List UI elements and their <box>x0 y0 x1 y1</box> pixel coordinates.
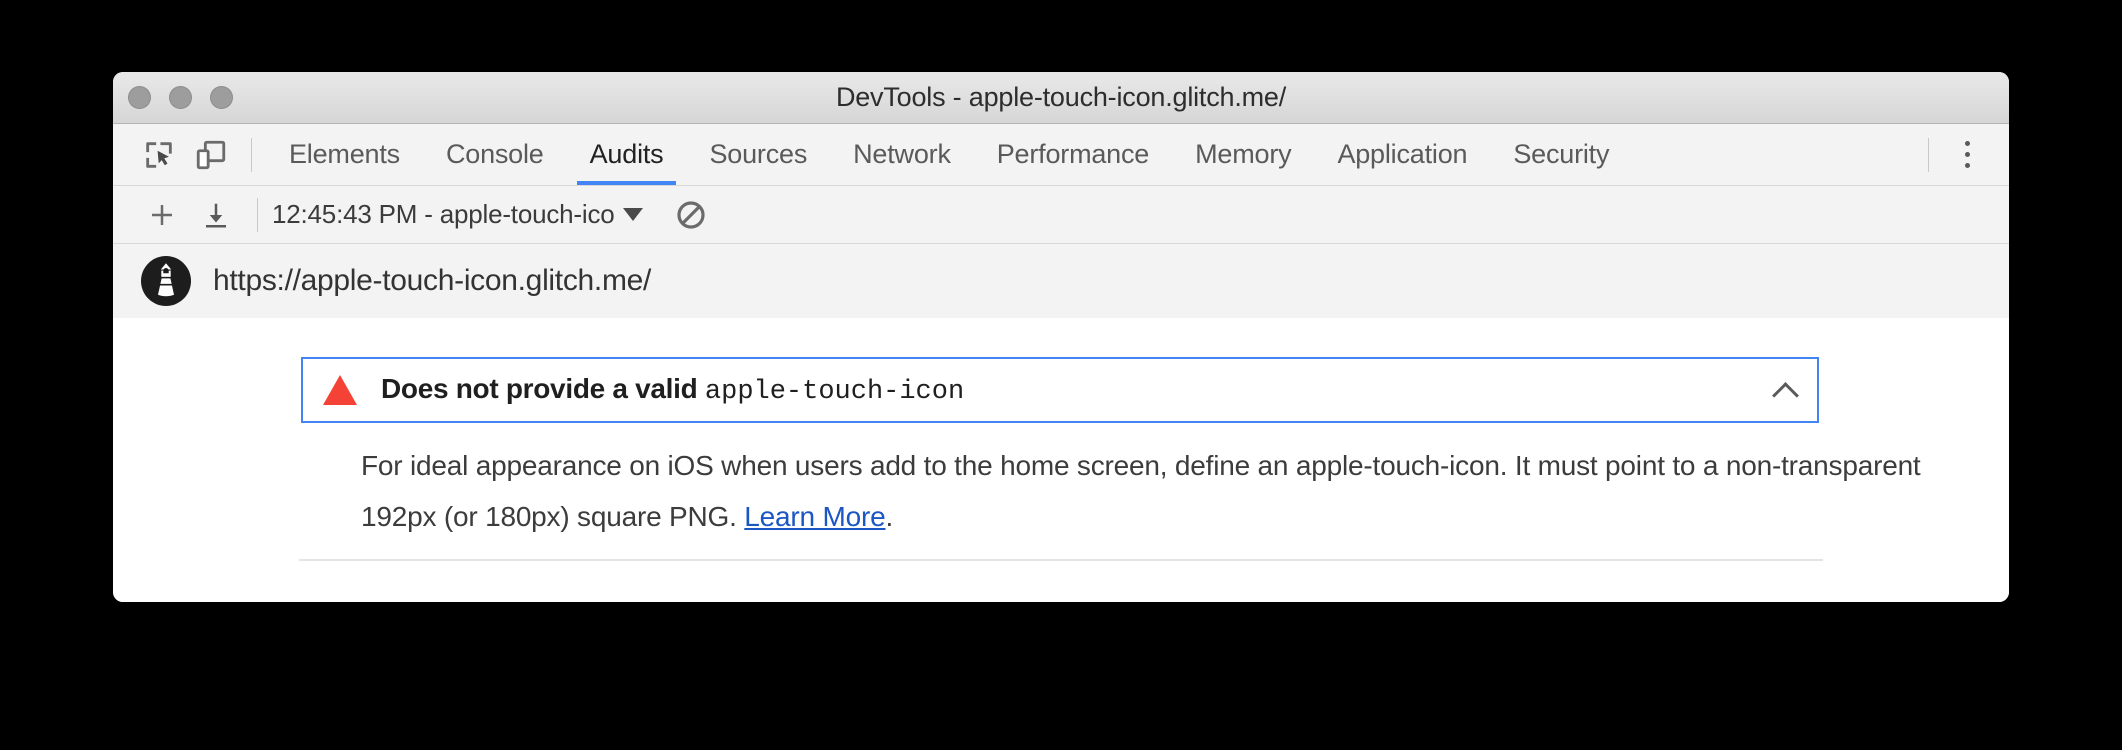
download-icon[interactable] <box>189 192 243 238</box>
screenshot-backdrop: DevTools - apple-touch-icon.glitch.me/ E… <box>0 0 2122 750</box>
close-button[interactable] <box>128 86 151 109</box>
kebab-menu-icon[interactable] <box>1943 129 1991 181</box>
audit-title-code: apple-touch-icon <box>704 377 965 407</box>
chevron-down-icon <box>622 208 643 221</box>
window-title: DevTools - apple-touch-icon.glitch.me/ <box>835 82 1287 112</box>
tab-security[interactable]: Security <box>1490 124 1632 185</box>
tab-label: Network <box>853 139 951 169</box>
scrolled-out-text <box>295 318 1827 326</box>
audits-toolbar-divider <box>257 197 258 232</box>
tab-sources[interactable]: Sources <box>686 124 830 185</box>
audit-description-period: . <box>885 501 894 532</box>
lighthouse-logo-icon <box>141 256 191 306</box>
tab-label: Security <box>1513 139 1610 169</box>
panel-tabs: Elements Console Audits Sources Network … <box>266 124 1632 185</box>
report-selector-value: 12:45:43 PM - apple-touch-ico <box>272 199 615 229</box>
audit-description-text: For ideal appearance on iOS when users a… <box>361 450 1921 532</box>
devtools-tabbar: Elements Console Audits Sources Network … <box>113 124 2009 186</box>
tabbar-right-divider <box>1928 137 1929 172</box>
report-url-bar: https://apple-touch-icon.glitch.me/ <box>113 244 2009 318</box>
toolbar-divider <box>251 137 252 172</box>
tab-label: Application <box>1337 139 1468 169</box>
window-controls <box>128 86 233 109</box>
tab-elements[interactable]: Elements <box>266 124 423 185</box>
audit-title-text: Does not provide a valid <box>381 373 705 404</box>
tab-network[interactable]: Network <box>830 124 974 185</box>
tab-label: Elements <box>289 139 400 169</box>
section-divider <box>299 559 1823 561</box>
report-url: https://apple-touch-icon.glitch.me/ <box>213 264 652 297</box>
inspect-element-icon[interactable] <box>133 129 185 181</box>
learn-more-link[interactable]: Learn More <box>744 501 885 532</box>
device-toolbar-icon[interactable] <box>185 129 237 181</box>
tabbar-right-group <box>1914 129 2009 181</box>
plus-icon[interactable] <box>135 192 189 238</box>
warning-triangle-icon <box>323 375 357 405</box>
tab-memory[interactable]: Memory <box>1172 124 1314 185</box>
tab-label: Console <box>445 139 544 169</box>
audit-result-row[interactable]: Does not provide a valid apple-touch-ico… <box>301 357 1819 423</box>
tab-application[interactable]: Application <box>1314 124 1490 185</box>
audit-report-body: Does not provide a valid apple-touch-ico… <box>113 318 2009 602</box>
tab-console[interactable]: Console <box>423 124 567 185</box>
zoom-button[interactable] <box>210 86 233 109</box>
chevron-up-icon[interactable] <box>1773 377 1799 403</box>
tab-performance[interactable]: Performance <box>974 124 1172 185</box>
audit-description: For ideal appearance on iOS when users a… <box>361 440 1966 542</box>
tab-label: Memory <box>1195 139 1292 169</box>
tab-audits[interactable]: Audits <box>567 124 687 185</box>
audits-toolbar: 12:45:43 PM - apple-touch-ico <box>113 186 2009 244</box>
window-titlebar: DevTools - apple-touch-icon.glitch.me/ <box>113 72 2009 124</box>
devtools-window: DevTools - apple-touch-icon.glitch.me/ E… <box>113 72 2009 602</box>
report-selector[interactable]: 12:45:43 PM - apple-touch-ico <box>272 199 647 230</box>
tab-label: Audits <box>589 139 664 169</box>
audit-title: Does not provide a valid apple-touch-ico… <box>381 373 964 407</box>
minimize-button[interactable] <box>169 86 192 109</box>
tab-label: Sources <box>709 139 808 169</box>
tab-label: Performance <box>996 139 1150 169</box>
clear-all-icon[interactable] <box>663 192 719 238</box>
